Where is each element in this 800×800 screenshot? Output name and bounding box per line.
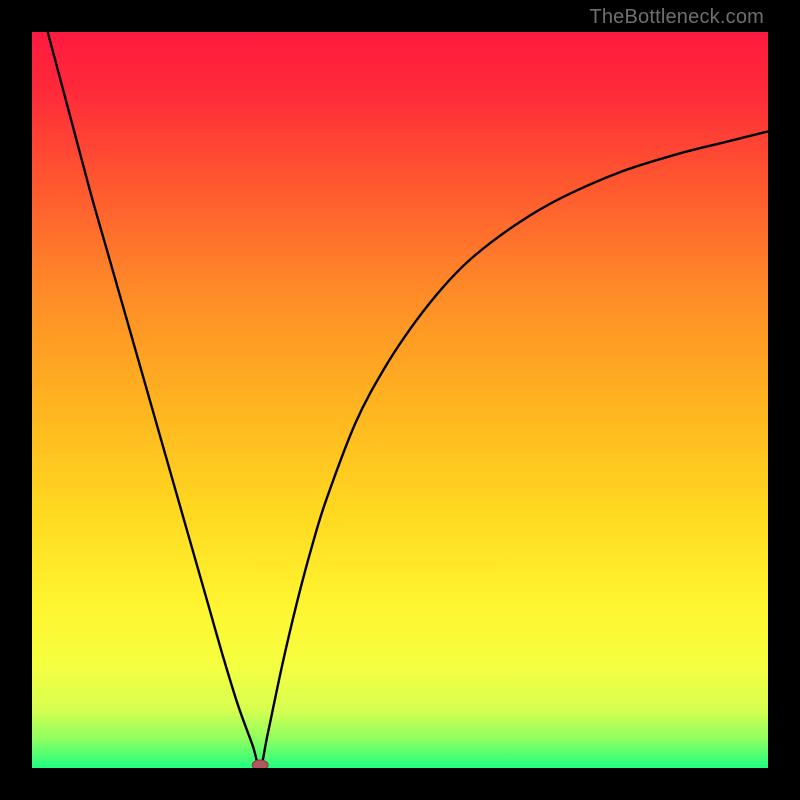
watermark-text: TheBottleneck.com bbox=[589, 6, 764, 29]
chart-frame: TheBottleneck.com bbox=[0, 0, 800, 800]
bottleneck-curve bbox=[32, 32, 768, 768]
minimum-marker bbox=[252, 760, 268, 768]
plot-area bbox=[32, 32, 768, 768]
